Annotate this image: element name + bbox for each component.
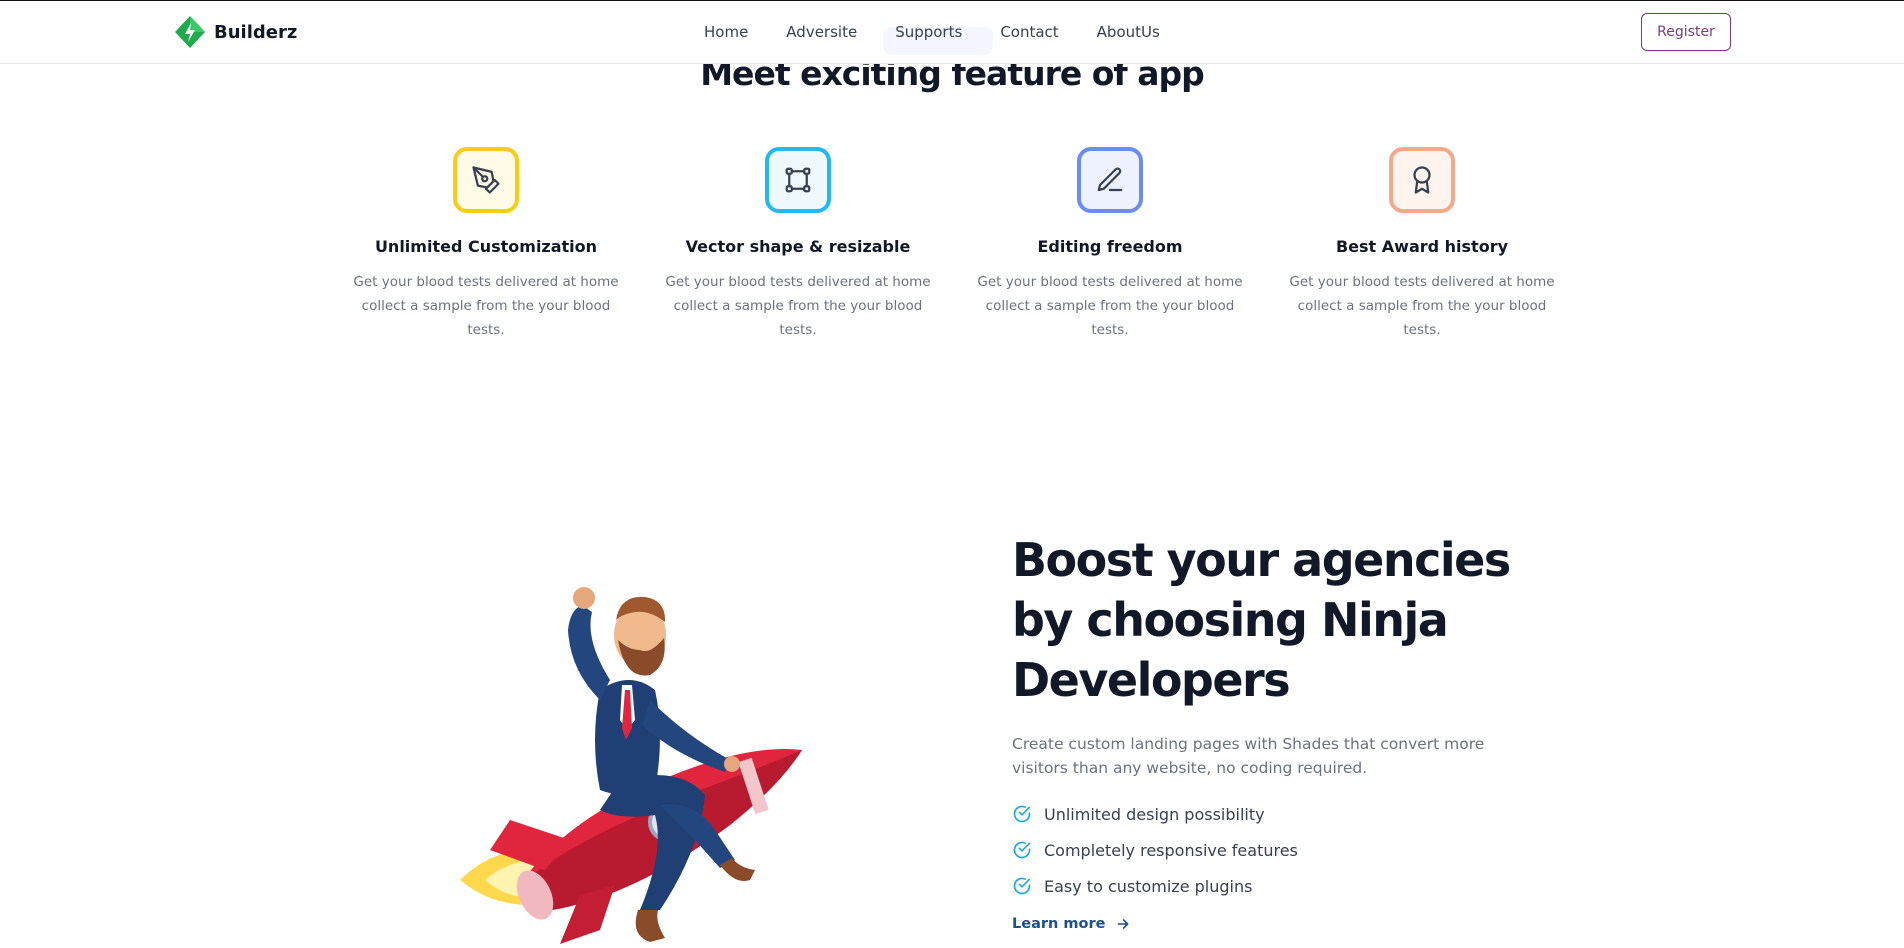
- check-circle-icon: [1013, 877, 1031, 895]
- top-navbar: Builderz Home Adversite Supports Contact…: [0, 1, 1904, 64]
- feature-title: Editing freedom: [1037, 237, 1183, 256]
- nav-link-adversite[interactable]: Adversite: [786, 23, 857, 41]
- award-ribbon-icon: [1389, 147, 1455, 213]
- checklist-item: Unlimited design possibility: [1012, 796, 1572, 832]
- check-circle-icon: [1013, 841, 1031, 859]
- boost-description: Create custom landing pages with Shades …: [1012, 735, 1485, 777]
- brand-logo-link[interactable]: Builderz: [174, 15, 297, 49]
- feature-card-award: Best Award history Get your blood tests …: [1266, 147, 1578, 342]
- checklist-text: Unlimited design possibility: [1044, 804, 1265, 824]
- boost-heading: Boost your agencies by choosing Ninja De…: [1012, 533, 1511, 707]
- feature-card-customization: Unlimited Customization Get your blood t…: [330, 147, 642, 342]
- vector-square-icon: [765, 147, 831, 213]
- feature-card-vector: Vector shape & resizable Get your blood …: [642, 147, 954, 342]
- checklist-item: Completely responsive features: [1012, 832, 1572, 868]
- main-menu: Home Adversite Supports Contact AboutUs: [704, 23, 1198, 55]
- nav-link-home[interactable]: Home: [704, 23, 748, 41]
- diamond-logo-icon: [174, 15, 206, 49]
- boost-section: Boost your agencies by choosing Ninja De…: [1012, 530, 1572, 932]
- feature-title: Vector shape & resizable: [685, 237, 911, 256]
- nav-link-supports[interactable]: Supports: [883, 23, 994, 55]
- register-button[interactable]: Register: [1641, 13, 1731, 51]
- feature-description: Get your blood tests delivered at home c…: [977, 274, 1243, 338]
- edit-pencil-icon: [1077, 147, 1143, 213]
- nav-link-aboutus[interactable]: AboutUs: [1097, 23, 1160, 41]
- checklist-text: Completely responsive features: [1044, 840, 1298, 860]
- feature-description: Get your blood tests delivered at home c…: [665, 274, 931, 338]
- features-grid: Unlimited Customization Get your blood t…: [330, 147, 1580, 342]
- checklist-text: Easy to customize plugins: [1044, 876, 1253, 896]
- check-circle-icon: [1013, 805, 1031, 823]
- learn-more-label: Learn more: [1012, 916, 1106, 932]
- checklist-item: Easy to customize plugins: [1012, 868, 1572, 904]
- feature-checklist: Unlimited design possibility Completely …: [1012, 796, 1572, 904]
- feature-title: Unlimited Customization: [374, 237, 598, 256]
- feature-description: Get your blood tests delivered at home c…: [353, 274, 619, 338]
- feature-description: Get your blood tests delivered at home c…: [1289, 274, 1555, 338]
- feature-card-editing: Editing freedom Get your blood tests del…: [954, 147, 1266, 342]
- arrow-right-icon: [1117, 919, 1129, 929]
- nav-link-contact[interactable]: Contact: [1000, 23, 1058, 41]
- pen-tool-icon: [453, 147, 519, 213]
- brand-name: Builderz: [214, 21, 298, 43]
- rocket-businessman-illustration: [450, 550, 820, 944]
- feature-title: Best Award history: [1335, 237, 1509, 256]
- learn-more-link[interactable]: Learn more: [1012, 916, 1572, 932]
